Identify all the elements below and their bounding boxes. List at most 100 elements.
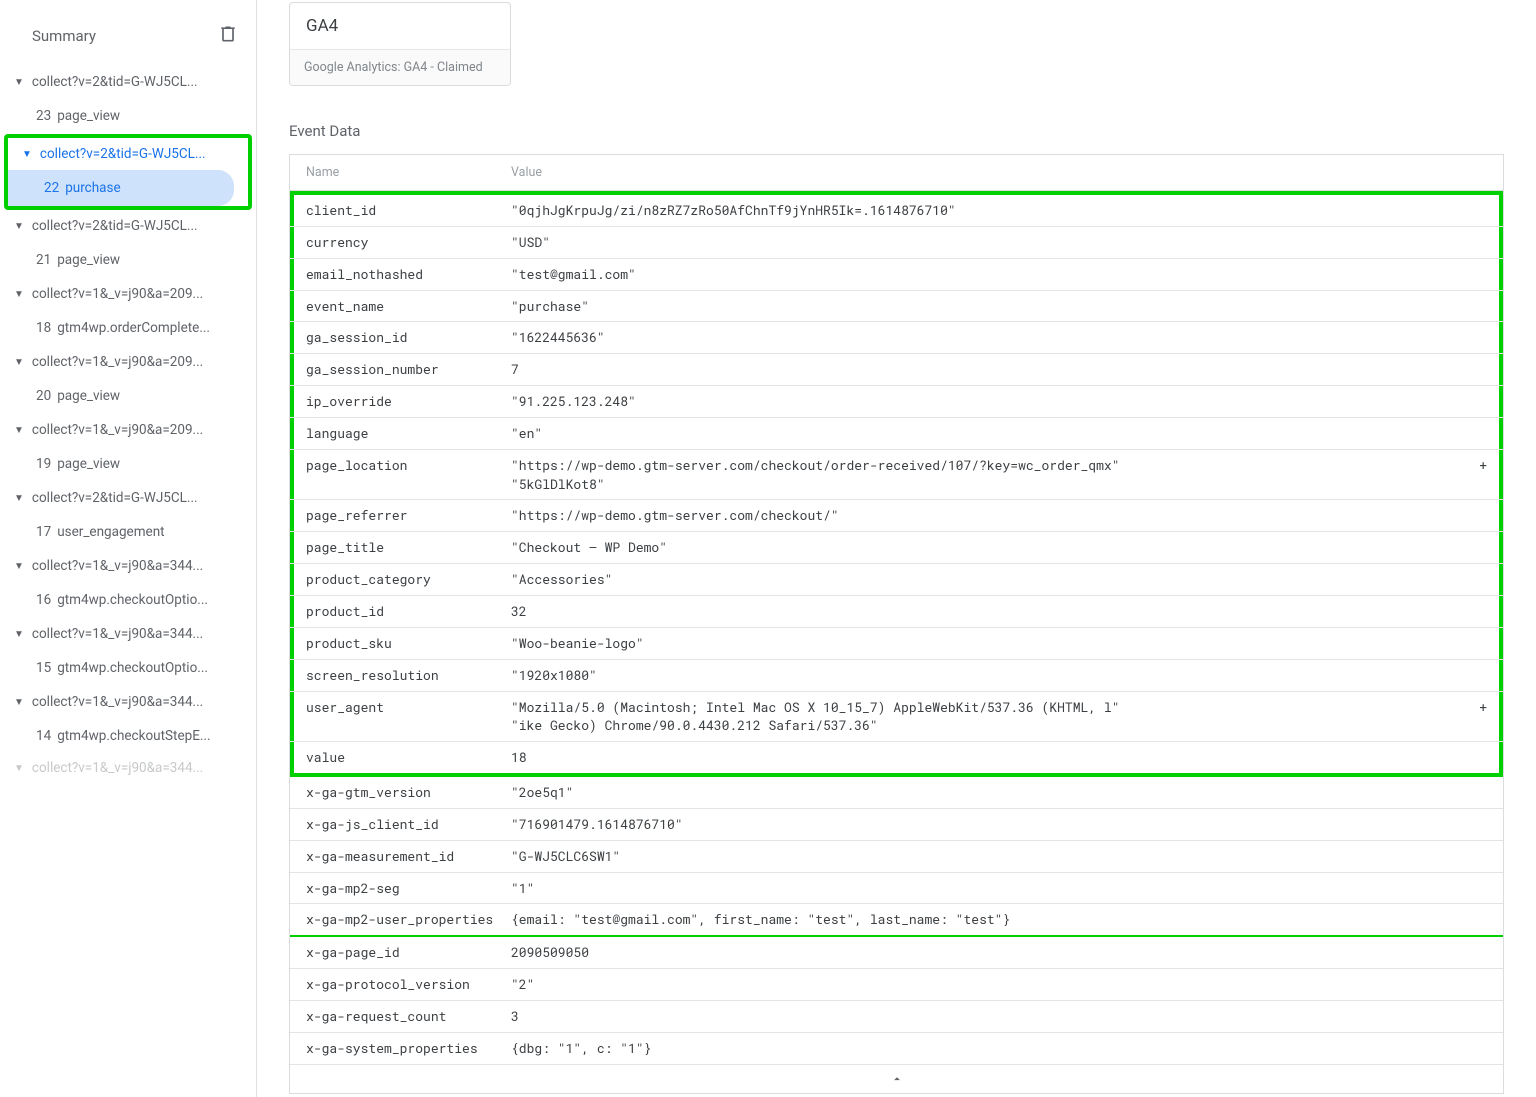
- row-name: product_sku: [306, 634, 511, 653]
- request-item[interactable]: 15gtm4wp.checkoutOptio...: [0, 650, 242, 686]
- request-url: collect?v=1&_v=j90&a=344...: [32, 760, 203, 776]
- table-row[interactable]: screen_resolution"1920x1080": [290, 660, 1503, 692]
- event-data-title: Event Data: [289, 122, 1504, 140]
- event-data-table: Name Value client_id"0qjhJgKrpuJg/zi/n8z…: [289, 154, 1504, 1065]
- table-row[interactable]: page_referrer"https://wp-demo.gtm-server…: [290, 500, 1503, 532]
- request-url: collect?v=2&tid=G-WJ5CL...: [32, 490, 198, 506]
- request-item-number: 20: [36, 388, 51, 404]
- request-item-label: page_view: [57, 252, 120, 268]
- table-row[interactable]: event_name"purchase": [290, 291, 1503, 323]
- row-value: 7: [511, 360, 1487, 379]
- table-row[interactable]: product_id32: [290, 596, 1503, 628]
- row-value: {email: "test@gmail.com", first_name: "t…: [511, 910, 1487, 929]
- table-row[interactable]: client_id"0qjhJgKrpuJg/zi/n8zRZ7zRo50AfC…: [290, 191, 1503, 227]
- request-group-header[interactable]: ▼ collect?v=2&tid=G-WJ5CL...: [0, 482, 256, 514]
- request-item[interactable]: 20page_view: [0, 378, 242, 414]
- request-item-label: page_view: [57, 456, 120, 472]
- request-item[interactable]: 14 gtm4wp.checkoutStepE...: [0, 718, 242, 754]
- caret-down-icon: ▼: [14, 493, 24, 504]
- request-item[interactable]: 17user_engagement: [0, 514, 242, 550]
- row-name: ga_session_id: [306, 328, 511, 347]
- request-item-number: 14: [36, 728, 51, 744]
- table-row[interactable]: language"en": [290, 418, 1503, 450]
- request-item[interactable]: 21page_view: [0, 242, 242, 278]
- caret-down-icon: ▼: [14, 629, 24, 640]
- row-value: "Checkout — WP Demo": [511, 538, 1487, 557]
- row-value: "0qjhJgKrpuJg/zi/n8zRZ7zRo50AfChnTf9jYnH…: [511, 201, 1487, 220]
- table-row[interactable]: ga_session_id"1622445636": [290, 322, 1503, 354]
- table-row[interactable]: currency"USD": [290, 227, 1503, 259]
- request-item-number: 23: [36, 108, 51, 124]
- request-url: collect?v=1&_v=j90&a=209...: [32, 286, 203, 302]
- table-row[interactable]: x-ga-page_id2090509050: [290, 937, 1503, 969]
- request-group-header[interactable]: ▼collect?v=1&_v=j90&a=209...: [0, 414, 256, 446]
- concat-plus-icon: +: [1465, 456, 1487, 475]
- table-row[interactable]: x-ga-gtm_version"2oe5q1": [290, 777, 1503, 809]
- row-name: client_id: [306, 201, 511, 220]
- caret-down-icon: ▼: [22, 149, 32, 160]
- table-row[interactable]: email_nothashed"test@gmail.com": [290, 259, 1503, 291]
- table-row[interactable]: user_agent"Mozilla/5.0 (Macintosh; Intel…: [290, 692, 1503, 743]
- request-group-header[interactable]: ▼collect?v=1&_v=j90&a=344...: [0, 754, 256, 784]
- table-row[interactable]: value18: [290, 742, 1503, 777]
- sidebar: Summary ▼collect?v=2&tid=G-WJ5CL...23pag…: [0, 0, 257, 1097]
- row-name: x-ga-system_properties: [306, 1039, 511, 1058]
- collapse-button[interactable]: [289, 1065, 1504, 1094]
- row-value: "Accessories": [511, 570, 1487, 589]
- request-item-label: gtm4wp.checkoutOptio...: [57, 592, 208, 608]
- table-row[interactable]: x-ga-measurement_id"G-WJ5CLC6SW1": [290, 841, 1503, 873]
- request-url: collect?v=1&_v=j90&a=209...: [32, 354, 203, 370]
- request-group-header[interactable]: ▼collect?v=1&_v=j90&a=209...: [0, 278, 256, 310]
- table-row[interactable]: x-ga-mp2-seg"1": [290, 873, 1503, 905]
- clear-summary-icon[interactable]: [218, 24, 238, 48]
- request-item[interactable]: 18gtm4wp.orderComplete...: [0, 310, 242, 346]
- row-name: x-ga-gtm_version: [306, 783, 511, 802]
- caret-down-icon: ▼: [14, 697, 24, 708]
- table-row[interactable]: page_location"https://wp-demo.gtm-server…: [290, 450, 1503, 501]
- request-group-header[interactable]: ▼collect?v=1&_v=j90&a=209...: [0, 346, 256, 378]
- table-row[interactable]: product_category"Accessories": [290, 564, 1503, 596]
- row-name: email_nothashed: [306, 265, 511, 284]
- row-value: "Woo-beanie-logo": [511, 634, 1487, 653]
- request-item[interactable]: 23page_view: [0, 98, 242, 134]
- request-group-header[interactable]: ▼collect?v=1&_v=j90&a=344...: [0, 550, 256, 582]
- table-row[interactable]: x-ga-mp2-user_properties{email: "test@gm…: [290, 904, 1503, 937]
- request-item-label: gtm4wp.checkoutStepE...: [57, 728, 210, 744]
- table-header: Name Value: [290, 155, 1503, 191]
- sidebar-header: Summary: [0, 0, 256, 66]
- table-row[interactable]: ip_override"91.225.123.248": [290, 386, 1503, 418]
- row-value: "USD": [511, 233, 1487, 252]
- row-name: x-ga-protocol_version: [306, 975, 511, 994]
- chevron-up-icon: [890, 1072, 904, 1086]
- request-group-header[interactable]: ▼collect?v=2&tid=G-WJ5CL...: [0, 66, 256, 98]
- request-item-number: 19: [36, 456, 51, 472]
- table-row[interactable]: ga_session_number7: [290, 354, 1503, 386]
- request-item[interactable]: 19 page_view: [0, 446, 242, 482]
- row-name: page_referrer: [306, 506, 511, 525]
- row-name: x-ga-request_count: [306, 1007, 511, 1026]
- request-group-header[interactable]: ▼ collect?v=2&tid=G-WJ5CL...: [8, 138, 248, 170]
- request-url: collect?v=2&tid=G-WJ5CL...: [40, 146, 206, 162]
- caret-down-icon: ▼: [14, 77, 24, 88]
- row-value: "716901479.1614876710": [511, 815, 1487, 834]
- request-item[interactable]: 16gtm4wp.checkoutOptio...: [0, 582, 242, 618]
- table-row[interactable]: page_title"Checkout — WP Demo": [290, 532, 1503, 564]
- row-value: 2090509050: [511, 943, 1487, 962]
- table-row[interactable]: product_sku"Woo-beanie-logo": [290, 628, 1503, 660]
- request-item[interactable]: 22purchase: [8, 170, 234, 206]
- table-row[interactable]: x-ga-request_count3: [290, 1001, 1503, 1033]
- table-row[interactable]: x-ga-system_properties{dbg: "1", c: "1"}: [290, 1033, 1503, 1065]
- request-item-label: purchase: [65, 180, 120, 196]
- concat-plus-icon: +: [1465, 698, 1487, 717]
- caret-down-icon: ▼: [14, 221, 24, 232]
- request-group-header[interactable]: ▼collect?v=1&_v=j90&a=344...: [0, 618, 256, 650]
- request-group-header[interactable]: ▼collect?v=2&tid=G-WJ5CL...: [0, 210, 256, 242]
- tag-card[interactable]: GA4 Google Analytics: GA4 - Claimed: [289, 2, 511, 86]
- caret-down-icon: ▼: [14, 425, 24, 436]
- table-row[interactable]: x-ga-js_client_id"716901479.1614876710": [290, 809, 1503, 841]
- request-group-header[interactable]: ▼collect?v=1&_v=j90&a=344...: [0, 686, 256, 718]
- table-row[interactable]: x-ga-protocol_version"2": [290, 969, 1503, 1001]
- row-value: "Mozilla/5.0 (Macintosh; Intel Mac OS X …: [511, 698, 1487, 736]
- row-value: "https://wp-demo.gtm-server.com/checkout…: [511, 506, 1487, 525]
- header-value: Value: [511, 165, 1487, 180]
